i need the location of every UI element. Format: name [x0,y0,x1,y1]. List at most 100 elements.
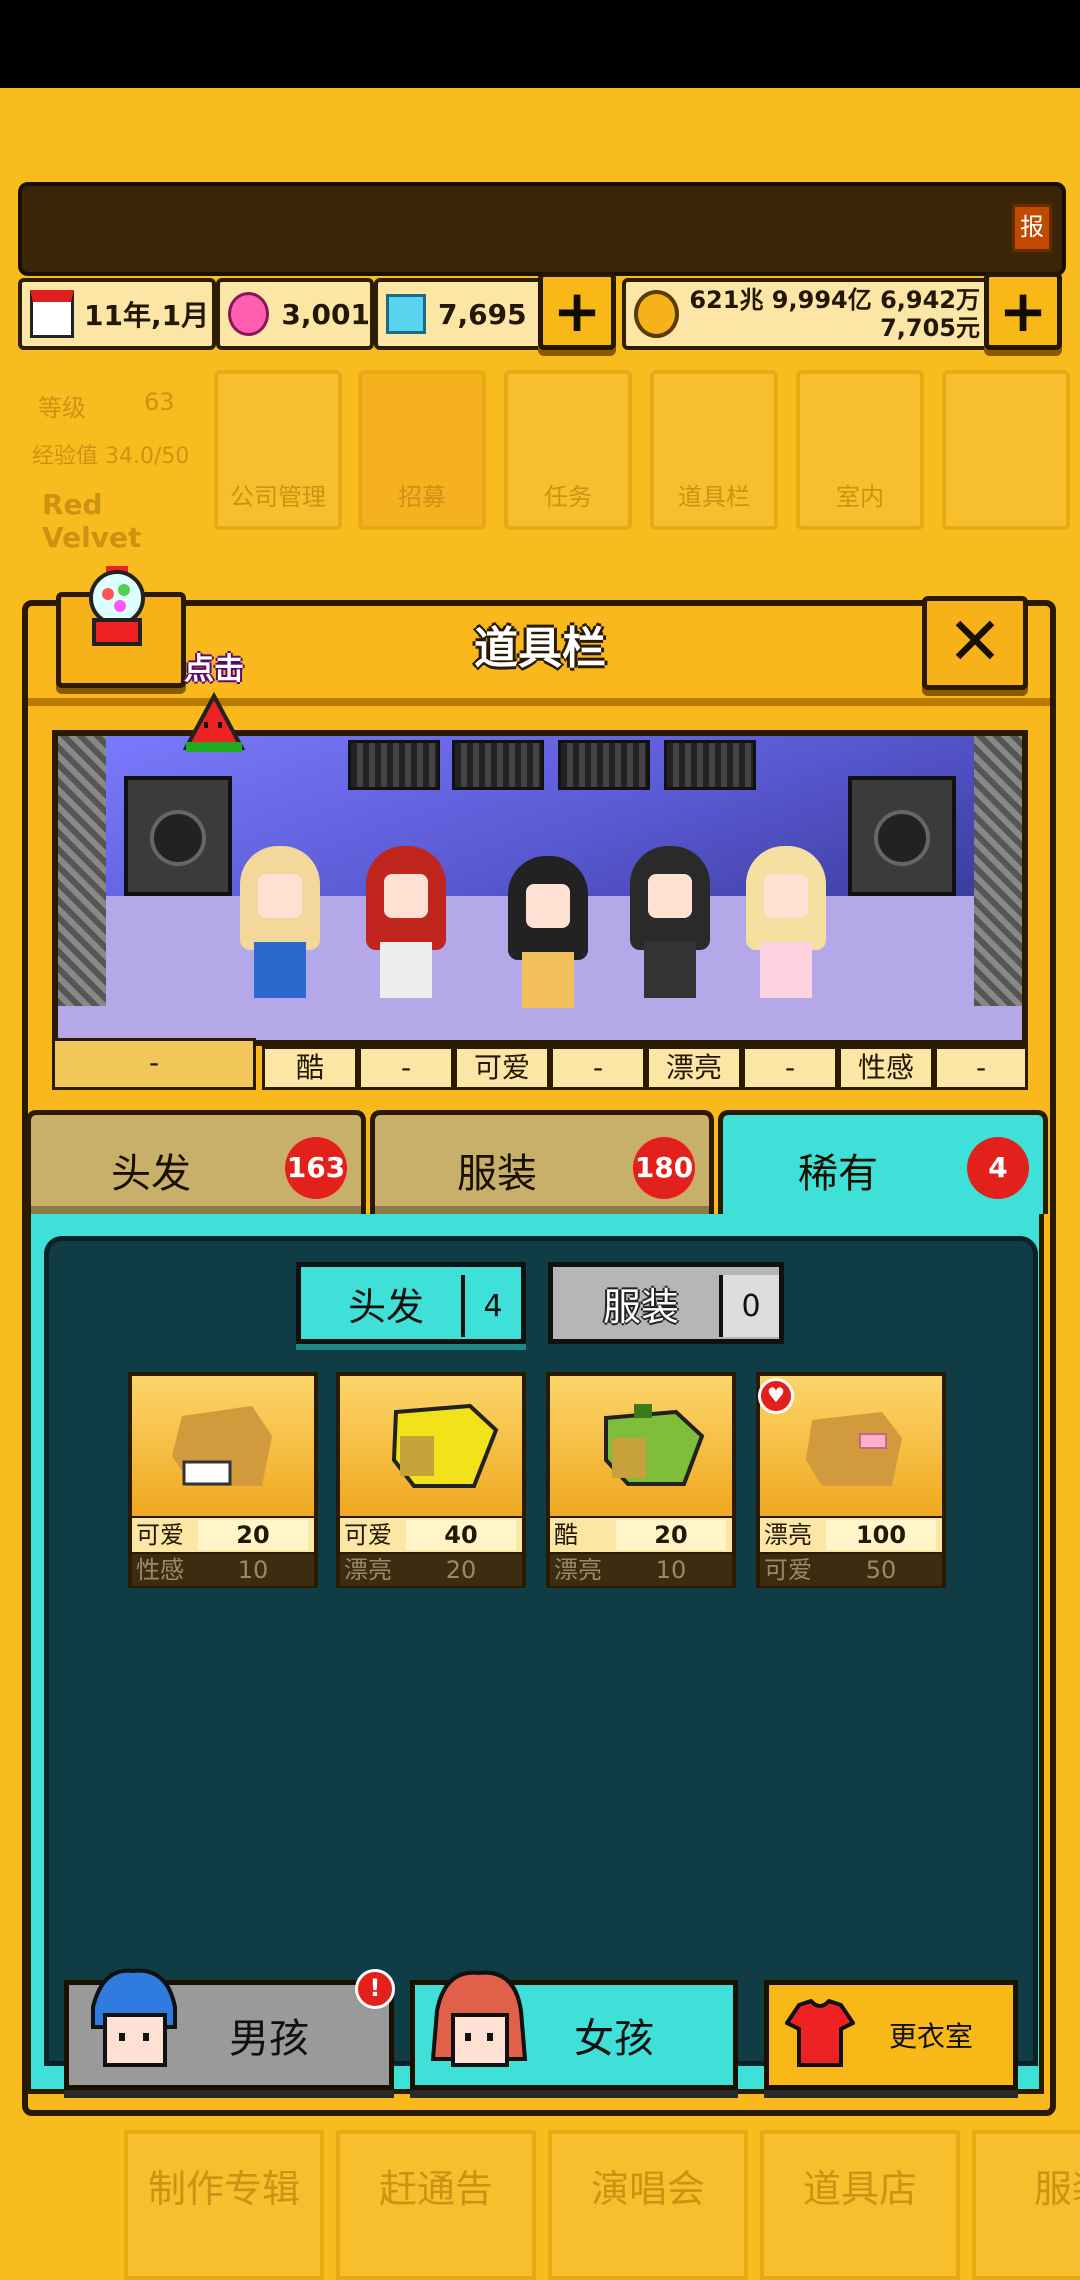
item-stat1-value: 20 [198,1520,308,1550]
report-button[interactable]: 报 [1012,204,1052,252]
tab-hair-label: 头发 [111,1151,191,1197]
item-stat2-value: 10 [655,1556,687,1584]
favorite-heart-icon: ♥ [758,1378,794,1414]
level-panel: 等级 63 经验值 34.0/50 Red Velvet [18,370,208,554]
stage-light-icon [664,740,756,790]
money-line1: 621兆 9,994亿 6,942万 [689,286,980,314]
attribute-slot: - [52,1038,256,1090]
item-stat2-name: 可爱 [764,1556,812,1584]
attribute-slot: - [742,1046,838,1090]
item-stat2-name: 性感 [136,1556,184,1584]
tab-rare-label: 稀有 [798,1151,878,1197]
stage-preview [52,730,1028,1046]
date-display: 11年,1月 [18,278,216,350]
stage-light-icon [452,740,544,790]
bg-tile-quest: 任务 [504,370,632,530]
item-stat1-value: 100 [826,1520,936,1550]
boys-alert-icon: ! [355,1969,395,2009]
diamond-icon [386,294,426,334]
resource-row: 11年,1月 3,001 7,695 + 621兆 9,994亿 6,942万 … [18,272,1062,350]
shirt-icon [785,1999,855,2067]
attribute-slot: 可爱 [454,1046,550,1090]
coin-icon [634,290,680,338]
item-stat2-name: 漂亮 [344,1556,392,1584]
attribute-slot: 性感 [838,1046,934,1090]
member-character[interactable] [508,856,588,1016]
click-hint: 点击 [184,652,244,687]
background-menu: 等级 63 经验值 34.0/50 Red Velvet 公司管理 招募 任务 … [18,370,1078,560]
group-name: Red Velvet [42,488,142,554]
diamond-count: 7,695 [438,297,527,331]
girls-button[interactable]: 女孩 [410,1970,738,2090]
item-picture [132,1376,314,1516]
member-character[interactable] [366,846,446,1006]
tab-clothes[interactable]: 服装 180 [370,1110,714,1214]
speaker-icon [848,776,956,896]
wardrobe-button[interactable]: 更衣室 [764,1980,1018,2090]
boys-label: 男孩 [229,2016,309,2062]
item-stat1-name: 可爱 [344,1521,392,1549]
bottom-background-menu: 制作专辑 赶通告 演唱会 道具店 服装 [0,2120,1080,2280]
bg-item-shop: 道具店 [760,2130,960,2280]
hair-icon [604,1404,705,1486]
member-character[interactable] [240,846,320,1006]
subtab-clothes-label: 服装 [602,1284,679,1329]
stage-light-icon [558,740,650,790]
tab-hair[interactable]: 头发 163 [26,1110,366,1214]
bg-tile-company: 公司管理 [214,370,342,530]
tab-clothes-count: 180 [633,1137,695,1199]
gacha-machine-icon [89,566,145,646]
tab-hair-count: 163 [285,1137,347,1199]
item-stat2-value: 50 [865,1556,897,1584]
item-card[interactable]: 可爱 20 性感 10 [128,1372,318,1588]
bg-make-album: 制作专辑 [124,2130,324,2280]
stage-light-icon [348,740,440,790]
item-stat2-value: 10 [237,1556,269,1584]
attribute-slot: - [550,1046,646,1090]
status-bar [0,0,1080,88]
add-diamonds-button[interactable]: + [538,272,616,350]
bg-schedule: 赶通告 [336,2130,536,2280]
watermelon-icon [182,692,246,752]
pink-gem-icon [228,292,270,336]
level-label: 等级 [38,394,86,422]
girls-label: 女孩 [574,2016,654,2062]
close-button[interactable]: ✕ [922,596,1028,690]
subtab-hair-label: 头发 [347,1284,424,1329]
gem-display: 3,001 [216,278,374,350]
attribute-slot: - [358,1046,454,1090]
attribute-slot: 酷 [262,1046,358,1090]
subtab-clothes[interactable]: 服装 0 [548,1262,784,1344]
add-money-button[interactable]: + [984,272,1062,350]
member-character[interactable] [630,846,710,1006]
exp-label: 经验值 34.0/50 [32,444,190,469]
diamond-display: 7,695 [374,278,548,350]
item-card[interactable]: 可爱 40 漂亮 20 [336,1372,526,1588]
boys-button[interactable]: 男孩 ! [64,1968,395,2090]
subtab-hair[interactable]: 头发 4 [296,1262,526,1344]
top-bar: 报 [18,182,1066,276]
panel-title: 道具栏 [474,623,606,674]
date-text: 11年,1月 [84,299,210,332]
item-stat2-value: 20 [445,1556,477,1584]
speaker-icon [124,776,232,896]
member-character[interactable] [746,846,826,1006]
bg-tile-recruit: 招募 [358,370,486,530]
plus-icon: + [552,277,602,345]
item-stat1-name: 酷 [554,1521,578,1549]
item-card[interactable]: 酷 20 漂亮 10 [546,1372,736,1588]
calendar-icon [30,290,74,338]
item-stat2-name: 漂亮 [554,1556,602,1584]
bg-costume: 服装 [972,2130,1080,2280]
bg-concert: 演唱会 [548,2130,748,2280]
item-grid-area [44,1236,1038,2066]
attribute-slot: - [934,1046,1028,1090]
tab-rare-count: 4 [967,1137,1029,1199]
attribute-slot: 漂亮 [646,1046,742,1090]
gem-count: 3,001 [281,297,370,331]
tab-rare[interactable]: 稀有 4 [718,1110,1048,1214]
item-picture [340,1376,522,1516]
money-line2: 7,705元 [880,314,980,342]
item-picture [550,1376,732,1516]
level-value: 63 [144,388,175,416]
